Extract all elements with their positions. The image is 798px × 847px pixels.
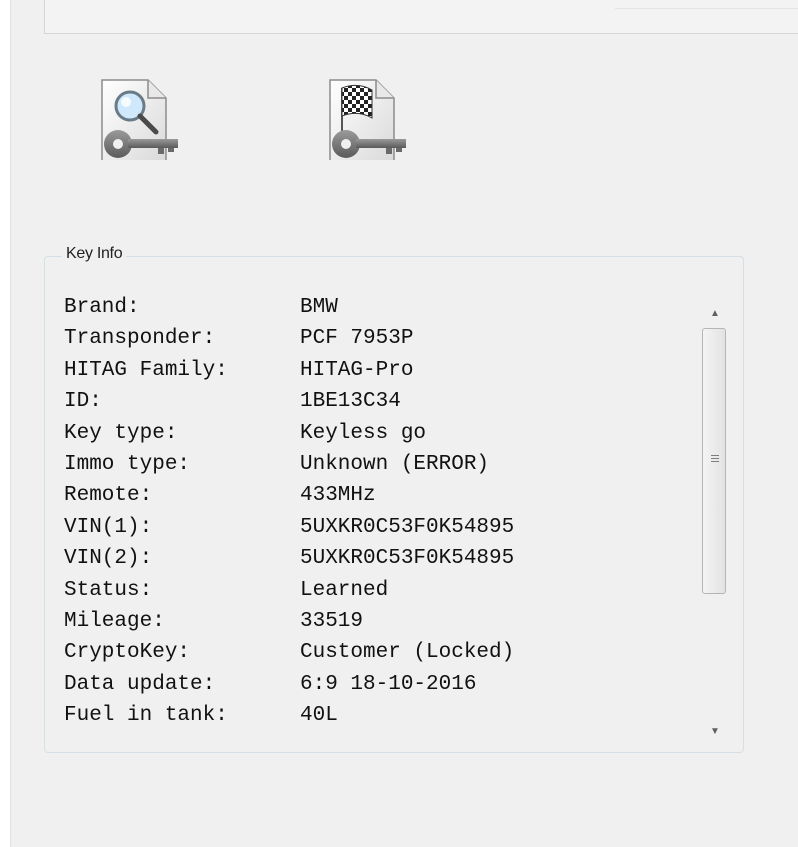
scroll-down-button[interactable]: ▼ [700, 716, 730, 746]
key-info-value: 40L [300, 704, 338, 728]
key-info-value: Keyless go [300, 421, 427, 445]
read-key-button[interactable] [96, 76, 180, 160]
key-document-magnifier-icon [101, 79, 178, 160]
key-info-label: Key type: [64, 421, 178, 445]
key-info-value: 1BE13C34 [300, 390, 401, 414]
key-info-label: Brand: [64, 296, 140, 319]
key-info-row[interactable]: VIN(1): 5UXKR0C53F0K54895 [64, 512, 684, 543]
key-info-value: 6:9 18-10-2016 [300, 672, 477, 696]
vertical-scrollbar[interactable]: ▲ ▼ [700, 290, 730, 740]
key-info-row[interactable]: Transponder: PCF 7953P [64, 323, 684, 354]
key-info-value: PCF 7953P [300, 327, 414, 351]
key-info-label: Immo type: [64, 452, 191, 476]
key-info-value: HITAG-Pro [300, 358, 414, 382]
key-info-value: Customer (Locked) [300, 641, 515, 665]
key-info-row[interactable]: HITAG Family: HITAG-Pro [64, 355, 684, 386]
key-document-checkered-flag-icon [329, 79, 406, 160]
grip-icon [711, 455, 719, 463]
key-info-label: Remote: [64, 484, 153, 508]
key-info-label: Status: [64, 578, 153, 602]
key-info-value: 5UXKR0C53F0K54895 [300, 547, 515, 571]
key-info-row[interactable]: Brand: BMW [64, 292, 684, 323]
key-info-value: 5UXKR0C53F0K54895 [300, 515, 515, 539]
key-info-row[interactable]: Key type: Keyless go [64, 418, 684, 449]
key-info-label: Fuel in tank: [64, 704, 228, 728]
key-info-label: VIN(2): [64, 547, 153, 571]
key-info-row[interactable]: CryptoKey: Customer (Locked) [64, 637, 684, 668]
key-info-row[interactable]: ID: 1BE13C34 [64, 386, 684, 417]
key-info-label: Transponder: [64, 327, 216, 351]
key-info-label: HITAG Family: [64, 358, 228, 382]
key-info-list[interactable]: Brand: BMW Transponder: PCF 7953P HITAG Fami… [60, 290, 730, 740]
key-info-row[interactable]: Remote: 433MHz [64, 480, 684, 511]
key-info-label: Data update: [64, 672, 216, 696]
key-info-value: Unknown (ERROR) [300, 452, 490, 476]
scroll-thumb[interactable] [702, 328, 726, 594]
key-info-title: Key Info [62, 245, 127, 263]
key-info-value: Learned [300, 578, 389, 602]
top-strip-divider [615, 8, 798, 9]
key-info-value: BMW [300, 296, 338, 319]
key-info-row[interactable]: Fuel in tank: 40L [64, 700, 684, 731]
key-info-row[interactable]: VIN(2): 5UXKR0C53F0K54895 [64, 543, 684, 574]
top-input-strip [44, 0, 798, 34]
key-info-row[interactable]: Immo type: Unknown (ERROR) [64, 449, 684, 480]
arrow-down-icon: ▼ [710, 725, 720, 737]
key-info-label: CryptoKey: [64, 641, 191, 665]
key-info-label: VIN(1): [64, 515, 153, 539]
key-info-label: Mileage: [64, 609, 165, 633]
key-info-rows: Brand: BMW Transponder: PCF 7953P HITAG Fami… [64, 292, 684, 731]
key-info-row[interactable]: Mileage: 33519 [64, 606, 684, 637]
write-key-button[interactable] [324, 76, 408, 160]
key-info-value: 433MHz [300, 484, 376, 508]
arrow-up-icon: ▲ [710, 307, 720, 319]
key-info-row[interactable]: Data update: 6:9 18-10-2016 [64, 669, 684, 700]
scroll-up-button[interactable]: ▲ [700, 298, 730, 328]
key-info-row[interactable]: Status: Learned [64, 575, 684, 606]
key-info-value: 33519 [300, 609, 364, 633]
key-info-label: ID: [64, 390, 102, 414]
